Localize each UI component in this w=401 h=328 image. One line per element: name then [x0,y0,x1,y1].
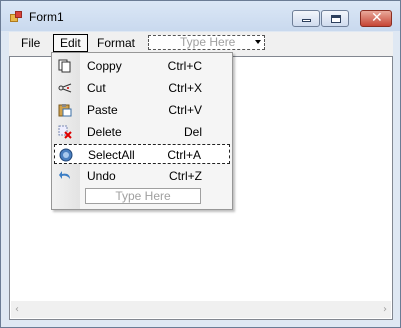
close-button[interactable]: ✕ [360,10,392,27]
chevron-down-icon[interactable] [255,40,261,44]
menu-item-select-all[interactable]: SelectAll Ctrl+A [54,144,230,164]
menu-format[interactable]: Format [92,34,140,52]
menu-item-paste[interactable]: Paste Ctrl+V [54,100,230,120]
menu-item-undo[interactable]: Undo Ctrl+Z [54,166,230,186]
menu-item-copy[interactable]: Coppy Ctrl+C [54,56,230,76]
app-icon [10,11,22,23]
minimize-button[interactable] [292,10,320,27]
minimize-icon [302,19,311,22]
scroll-left-icon[interactable]: ‹ [15,304,19,315]
scroll-right-icon[interactable]: › [383,304,387,315]
horizontal-scrollbar[interactable]: ‹ › [11,301,391,318]
menu-type-here-combo[interactable]: Type Here [148,35,265,50]
menu-item-delete[interactable]: Delete Del [54,122,230,142]
undo-icon [59,171,70,179]
menu-item-label: Undo [87,169,116,183]
combo-placeholder: Type Here [180,35,236,49]
menu-edit[interactable]: Edit [53,34,88,52]
close-icon: ✕ [371,10,383,26]
edit-dropdown-menu: Coppy Ctrl+C Cut Ctrl+X Paste Ctrl+V Del… [51,52,233,210]
scissors-icon [58,83,72,93]
menu-item-shortcut: Del [183,125,202,139]
menu-item-shortcut: Ctrl+A [167,148,201,162]
menu-type-here-input[interactable]: Type Here [85,188,201,204]
menu-item-cut[interactable]: Cut Ctrl+X [54,78,230,98]
menu-item-label: Cut [87,81,106,95]
menu-item-shortcut: Ctrl+Z [169,169,202,183]
select-all-icon [59,148,73,162]
menu-file[interactable]: File [16,34,45,52]
window-title: Form1 [29,10,64,24]
menu-item-label: Paste [87,103,118,117]
maximize-button[interactable] [321,10,349,27]
menu-item-shortcut: Ctrl+V [168,103,202,117]
menu-bar: File Edit Format Type Here [9,32,393,54]
maximize-icon [331,15,341,23]
menu-item-label: Delete [87,125,122,139]
menu-item-shortcut: Ctrl+X [168,81,202,95]
form1-window: Form1 ✕ File Edit Format Type Here ‹ › C… [0,0,401,328]
menu-item-label: SelectAll [88,148,135,162]
copy-icon [58,59,71,73]
menu-item-label: Coppy [87,59,122,73]
menu-item-shortcut: Ctrl+C [167,59,202,73]
delete-icon [58,125,72,139]
title-bar[interactable]: Form1 ✕ [1,1,400,31]
paste-icon [58,104,72,117]
